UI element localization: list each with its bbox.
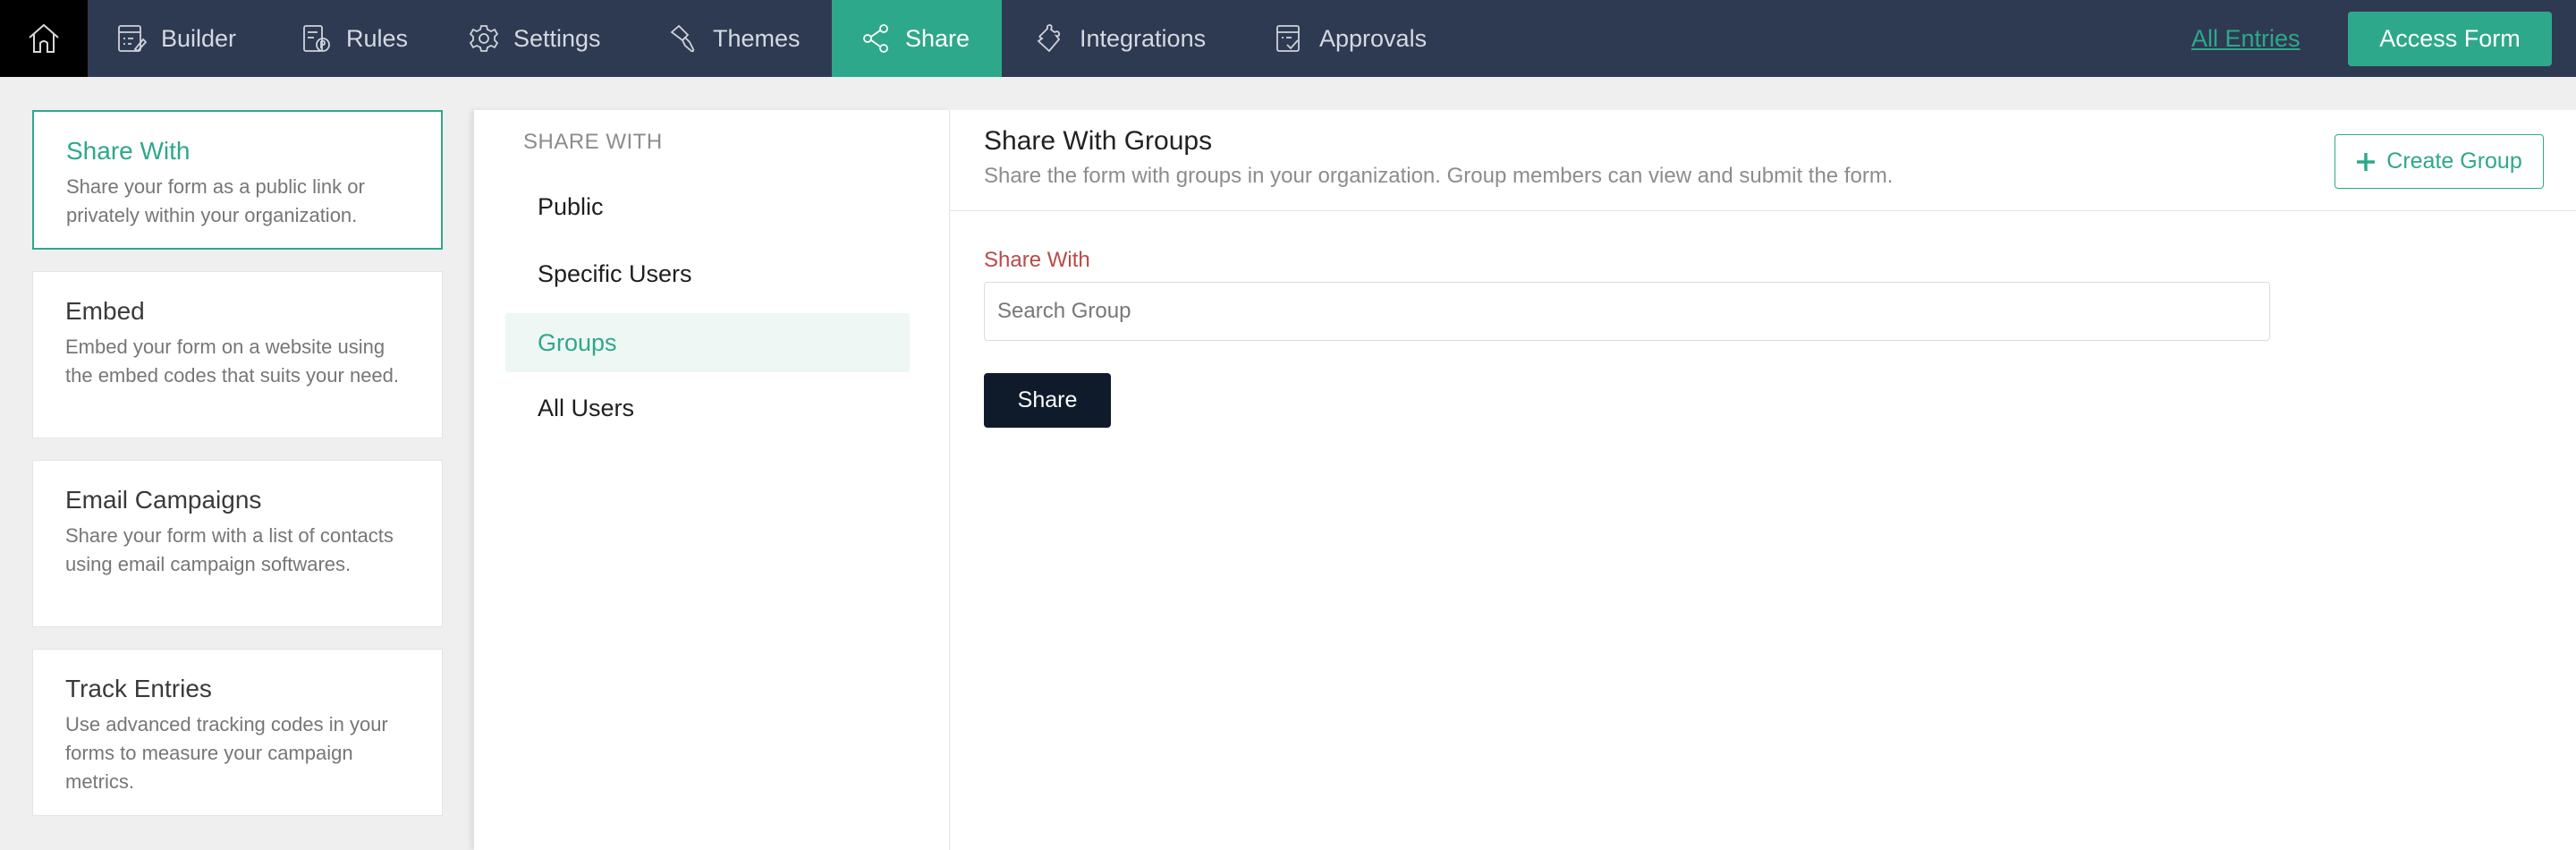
panel-header: Share With Groups Share the form with gr… [950, 110, 2576, 211]
builder-icon [118, 25, 147, 53]
nav-rules[interactable]: Rules [301, 0, 408, 77]
share-option-email-campaigns[interactable]: Email Campaigns Share your form with a l… [32, 460, 443, 627]
nav-integrations[interactable]: Integrations [1035, 0, 1206, 77]
search-group-input[interactable] [984, 282, 2270, 341]
menu-item-specific-users[interactable]: Specific Users [505, 244, 910, 303]
nav-share[interactable]: Share [832, 0, 1002, 77]
nav-themes[interactable]: Themes [668, 0, 801, 77]
home-icon [29, 23, 59, 53]
nav-themes-label: Themes [713, 24, 801, 52]
share-option-share-with[interactable]: Share With Share your form as a public l… [32, 110, 443, 250]
create-group-button[interactable]: Create Group [2334, 134, 2544, 189]
card-description: Embed your form on a website using the e… [65, 336, 400, 387]
nav-builder[interactable]: Builder [116, 0, 236, 77]
menu-item-public[interactable]: Public [505, 177, 910, 236]
nav-approvals[interactable]: Approvals [1275, 0, 1427, 77]
menu-item-all-users[interactable]: All Users [505, 378, 910, 438]
panel-subtitle: Share the form with groups in your organ… [984, 164, 1894, 188]
nav-builder-label: Builder [161, 24, 237, 52]
card-title: Track Entries [65, 675, 212, 702]
paint-brush-icon [670, 24, 695, 53]
panel-title: Share With Groups [984, 126, 1213, 156]
share-with-field-label: Share With [984, 248, 1090, 272]
nav-share-label: Share [905, 24, 970, 52]
share-option-embed[interactable]: Embed Embed your form on a website using… [32, 271, 443, 438]
access-form-button[interactable]: Access Form [2348, 12, 2552, 66]
share-button[interactable]: Share [984, 373, 1111, 428]
card-title: Share With [66, 137, 191, 165]
share-with-heading: SHARE WITH [523, 130, 663, 154]
top-navigation-bar: Builder Rules Settings Themes Share Inte… [0, 0, 2576, 77]
share-icon [863, 24, 888, 53]
nav-integrations-label: Integrations [1080, 24, 1207, 52]
card-title: Email Campaigns [65, 486, 262, 514]
nav-rules-label: Rules [346, 24, 409, 52]
share-with-menu: SHARE WITH Public Specific Users Groups … [474, 110, 950, 850]
card-description: Use advanced tracking codes in your form… [65, 713, 388, 793]
share-with-groups-panel: Share With Groups Share the form with gr… [950, 110, 2576, 850]
nav-approvals-label: Approvals [1319, 24, 1428, 52]
plus-icon [2357, 152, 2376, 171]
all-entries-link[interactable]: All Entries [2191, 0, 2301, 77]
rules-icon [303, 25, 330, 52]
approvals-icon [1276, 25, 1300, 52]
menu-item-groups[interactable]: Groups [505, 313, 910, 372]
card-description: Share your form with a list of contacts … [65, 524, 394, 575]
card-title: Embed [65, 297, 145, 325]
gear-icon [469, 25, 499, 52]
nav-settings[interactable]: Settings [469, 0, 601, 77]
share-option-track-entries[interactable]: Track Entries Use advanced tracking code… [32, 649, 443, 816]
puzzle-icon [1037, 24, 1061, 53]
nav-settings-label: Settings [513, 24, 601, 52]
create-group-label: Create Group [2386, 149, 2522, 174]
card-description: Share your form as a public link or priv… [66, 175, 365, 226]
home-button[interactable] [0, 0, 88, 77]
